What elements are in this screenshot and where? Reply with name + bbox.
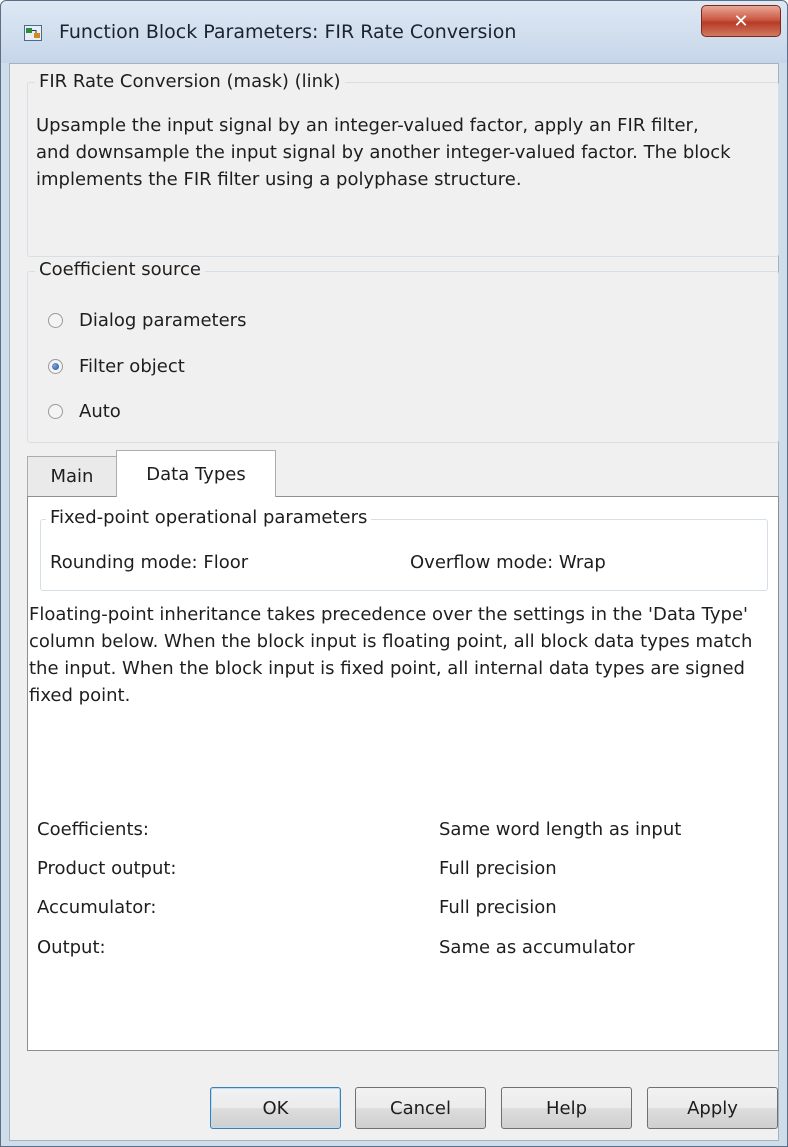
tab-data-types[interactable]: Data Types xyxy=(116,450,276,497)
radio-label: Dialog parameters xyxy=(79,309,247,331)
tab-label: Data Types xyxy=(146,463,246,485)
radio-filter-object[interactable]: Filter object xyxy=(48,354,185,378)
apply-button[interactable]: Apply xyxy=(647,1087,778,1129)
data-types-panel: Fixed-point operational parameters Round… xyxy=(27,496,779,1051)
help-button-label: Help xyxy=(545,1097,588,1119)
product-output-label: Product output: xyxy=(37,858,177,879)
radio-label: Filter object xyxy=(79,355,185,377)
ok-button-label: OK xyxy=(262,1097,289,1119)
mask-legend: FIR Rate Conversion (mask) (link) xyxy=(35,71,345,92)
rounding-mode-text: Rounding mode: Floor xyxy=(50,552,249,573)
mask-description: Upsample the input signal by an integer-… xyxy=(36,115,731,190)
dialog-window: Function Block Parameters: FIR Rate Conv… xyxy=(0,0,788,1147)
overflow-mode-text: Overflow mode: Wrap xyxy=(410,552,606,573)
window-title: Function Block Parameters: FIR Rate Conv… xyxy=(59,21,517,43)
tab-main[interactable]: Main xyxy=(27,456,117,496)
title-bar[interactable]: Function Block Parameters: FIR Rate Conv… xyxy=(1,1,787,63)
simulink-app-icon xyxy=(24,25,42,41)
radio-button-selected-icon[interactable] xyxy=(48,358,63,374)
tab-label: Main xyxy=(50,466,94,487)
radio-button-icon[interactable] xyxy=(48,403,63,419)
radio-dialog-parameters[interactable]: Dialog parameters xyxy=(48,308,246,332)
radio-auto[interactable]: Auto xyxy=(48,399,121,423)
help-button[interactable]: Help xyxy=(501,1087,632,1129)
close-icon: ✕ xyxy=(733,10,749,32)
radio-label: Auto xyxy=(79,400,121,422)
radio-button-icon[interactable] xyxy=(48,312,63,328)
apply-button-label: Apply xyxy=(687,1097,738,1119)
output-value: Same as accumulator xyxy=(439,937,635,958)
coefficient-source-legend: Coefficient source xyxy=(35,259,205,280)
accumulator-label: Accumulator: xyxy=(37,897,157,918)
fixed-point-legend: Fixed-point operational parameters xyxy=(46,507,372,528)
floating-point-note: Floating-point inheritance takes precede… xyxy=(29,604,753,706)
cancel-button-label: Cancel xyxy=(390,1097,451,1119)
product-output-value: Full precision xyxy=(439,858,557,879)
output-label: Output: xyxy=(37,937,106,958)
close-button[interactable]: ✕ xyxy=(701,5,781,37)
cancel-button[interactable]: Cancel xyxy=(355,1087,486,1129)
ok-button[interactable]: OK xyxy=(210,1087,341,1129)
coefficients-label: Coefficients: xyxy=(37,819,149,840)
coefficients-value: Same word length as input xyxy=(439,819,682,840)
accumulator-value: Full precision xyxy=(439,897,557,918)
dialog-client-area: FIR Rate Conversion (mask) (link) Upsamp… xyxy=(9,63,779,1141)
